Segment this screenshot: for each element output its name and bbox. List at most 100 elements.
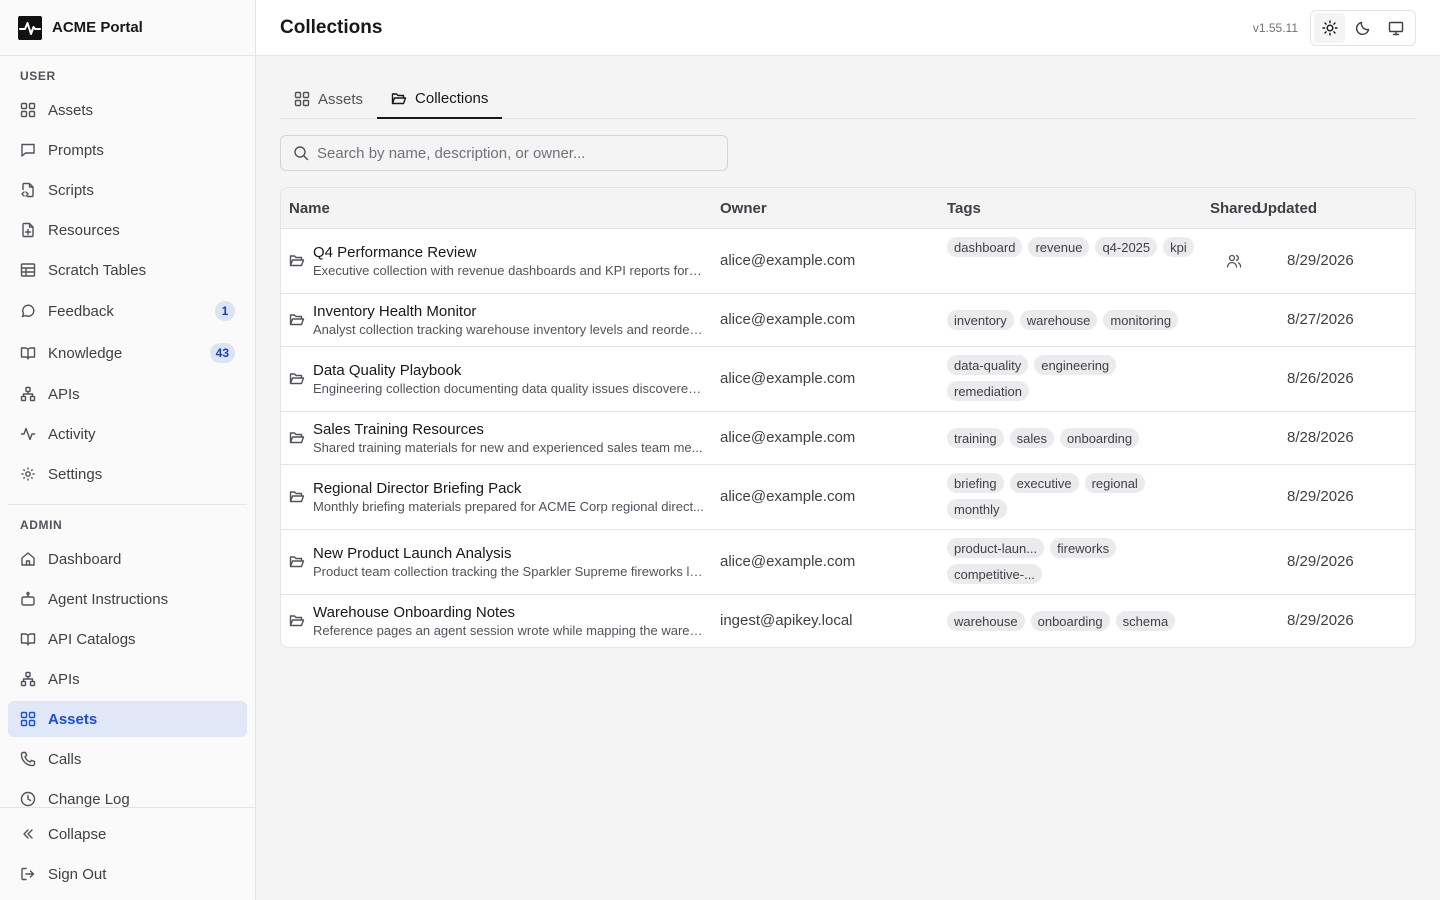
sidebar-item-activity[interactable]: Activity — [8, 416, 247, 452]
column-header-owner[interactable]: Owner — [720, 200, 767, 217]
collection-owner: alice@example.com — [720, 252, 856, 269]
sidebar-item-label: Assets — [48, 101, 94, 119]
collection-updated: 8/27/2026 — [1287, 311, 1354, 328]
log-out-icon — [21, 867, 35, 881]
tag: inventory — [947, 310, 1014, 330]
collection-updated: 8/29/2026 — [1287, 612, 1354, 629]
sidebar-footer: Collapse Sign Out — [0, 807, 255, 900]
file-code-icon — [21, 182, 34, 198]
table-row[interactable]: Regional Director Briefing Pack Monthly … — [281, 465, 1415, 530]
brand[interactable]: ACME Portal — [0, 0, 255, 56]
table-row[interactable]: New Product Launch Analysis Product team… — [281, 530, 1415, 595]
collection-description: Product team collection tracking the Spa… — [313, 564, 705, 579]
collection-name-block: Warehouse Onboarding Notes Reference pag… — [313, 604, 705, 639]
collection-name[interactable]: Sales Training Resources — [313, 421, 705, 439]
table-row[interactable]: Warehouse Onboarding Notes Reference pag… — [281, 595, 1415, 647]
search-box — [280, 135, 728, 171]
tag: onboarding — [1030, 611, 1110, 631]
collection-updated: 8/29/2026 — [1287, 252, 1354, 269]
folder-icon — [289, 556, 305, 568]
table-icon — [20, 263, 36, 277]
tag: warehouse — [947, 611, 1025, 631]
folder-icon — [289, 255, 305, 267]
tag: sales — [1009, 428, 1054, 448]
sidebar-item-assets[interactable]: Assets — [8, 92, 247, 128]
sidebar-item-calls[interactable]: Calls — [8, 741, 247, 777]
collection-name-block: New Product Launch Analysis Product team… — [313, 545, 705, 580]
sidebar-item-label: Knowledge — [48, 344, 123, 362]
table-row[interactable]: Sales Training Resources Shared training… — [281, 412, 1415, 465]
home-icon — [21, 552, 35, 566]
theme-light-button[interactable] — [1314, 13, 1346, 43]
tag: remediation — [947, 381, 1029, 401]
sidebar-item-apis[interactable]: APIs — [8, 376, 247, 412]
sidebar-item-label: API Catalogs — [48, 630, 136, 648]
tag: monitoring — [1103, 310, 1179, 330]
collection-name[interactable]: Regional Director Briefing Pack — [313, 480, 705, 498]
sidebar-item-dashboard[interactable]: Dashboard — [8, 541, 247, 577]
tag-list: dashboard revenue q4-2025 kpi — [947, 237, 1197, 257]
table-row[interactable]: Data Quality Playbook Engineering collec… — [281, 347, 1415, 412]
sidebar-item-label: Feedback — [48, 302, 114, 320]
tag-list: inventory warehouse monitoring — [947, 310, 1197, 330]
sidebar-item-prompts[interactable]: Prompts — [8, 132, 247, 168]
theme-system-button[interactable] — [1381, 13, 1412, 43]
sidebar-item-agent-instructions[interactable]: Agent Instructions — [8, 581, 247, 617]
collection-description: Analyst collection tracking warehouse in… — [313, 322, 705, 337]
sidebar-item-label: Activity — [48, 425, 96, 443]
sidebar-item-admin-assets[interactable]: Assets — [8, 701, 247, 737]
table-row[interactable]: Q4 Performance Review Executive collecti… — [281, 229, 1415, 294]
collection-name[interactable]: Warehouse Onboarding Notes — [313, 604, 705, 622]
grid-icon — [20, 711, 36, 727]
collection-name-block: Sales Training Resources Shared training… — [313, 421, 705, 456]
collection-name[interactable]: Q4 Performance Review — [313, 244, 705, 262]
tag: fireworks — [1050, 538, 1117, 558]
collection-name[interactable]: Data Quality Playbook — [313, 362, 705, 380]
collapse-button[interactable]: Collapse — [8, 816, 247, 852]
theme-dark-button[interactable] — [1347, 13, 1378, 43]
sidebar-item-resources[interactable]: Resources — [8, 212, 247, 248]
gear-icon — [21, 467, 35, 481]
table-row[interactable]: Inventory Health Monitor Analyst collect… — [281, 294, 1415, 347]
tag: monthly — [947, 499, 1007, 519]
sidebar-item-label: Prompts — [48, 141, 104, 159]
tag: product-laun... — [947, 538, 1045, 558]
collection-name[interactable]: New Product Launch Analysis — [313, 545, 705, 563]
column-header-updated[interactable]: Updated — [1257, 200, 1317, 217]
collection-updated: 8/29/2026 — [1287, 553, 1354, 570]
sidebar-item-label: Dashboard — [48, 550, 122, 568]
collection-name[interactable]: Inventory Health Monitor — [313, 303, 705, 321]
column-header-name[interactable]: Name — [289, 200, 330, 217]
bot-icon — [21, 591, 35, 606]
table-header: Name Owner Tags Shared Updated — [281, 188, 1415, 229]
column-header-tags[interactable]: Tags — [947, 200, 981, 217]
tag-list: briefing executive regional monthly — [947, 473, 1163, 519]
collection-owner: ingest@apikey.local — [720, 612, 853, 629]
column-header-shared[interactable]: Shared — [1210, 200, 1261, 217]
tab-label: Collections — [415, 90, 489, 107]
collection-owner: alice@example.com — [720, 429, 856, 446]
sign-out-button[interactable]: Sign Out — [8, 856, 247, 892]
sidebar-item-scratch-tables[interactable]: Scratch Tables — [8, 252, 247, 288]
grid-icon — [294, 91, 310, 107]
tag: briefing — [947, 473, 1004, 493]
sidebar-item-feedback[interactable]: Feedback 1 — [8, 293, 247, 329]
tag: schema — [1115, 611, 1176, 631]
sidebar-item-knowledge[interactable]: Knowledge 43 — [8, 335, 247, 371]
tab-assets[interactable]: Assets — [280, 80, 377, 118]
tag: engineering — [1034, 355, 1117, 375]
moon-icon — [1355, 21, 1370, 36]
network-icon — [20, 671, 36, 687]
phone-icon — [20, 751, 36, 767]
sidebar-item-api-catalogs[interactable]: API Catalogs — [8, 621, 247, 657]
tab-bar: Assets Collections — [280, 80, 1416, 119]
sidebar-item-settings[interactable]: Settings — [8, 456, 247, 492]
folder-icon — [289, 314, 305, 326]
sidebar-item-scripts[interactable]: Scripts — [8, 172, 247, 208]
search-input[interactable] — [317, 144, 717, 162]
sidebar-item-admin-apis[interactable]: APIs — [8, 661, 247, 697]
tab-collections[interactable]: Collections — [377, 80, 503, 119]
version-label: v1.55.11 — [1252, 20, 1298, 35]
tag-list: data-quality engineering remediation — [947, 355, 1137, 401]
tag: revenue — [1028, 237, 1090, 257]
